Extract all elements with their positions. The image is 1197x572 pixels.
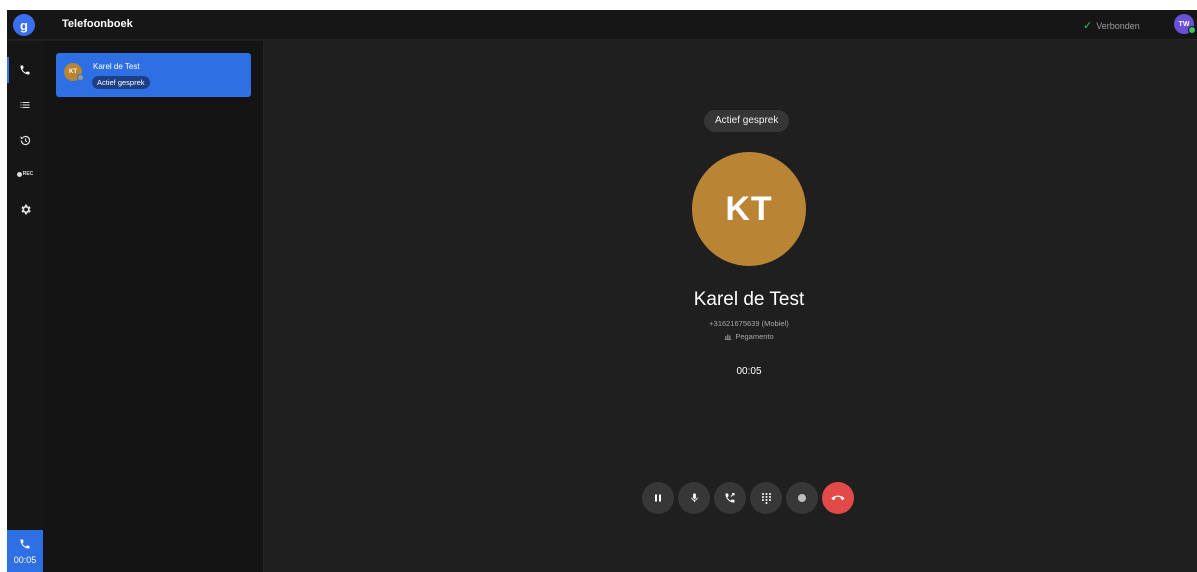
phone-number: +31621675639: [709, 319, 760, 328]
call-duration: 00:05: [736, 366, 762, 377]
check-icon: ✓: [1083, 20, 1093, 32]
connection-status: ✓ Verbonden: [1083, 19, 1140, 32]
contact-name: Karel de Test: [93, 62, 140, 71]
hangup-icon: [831, 495, 845, 501]
settings-icon: [20, 204, 31, 214]
mute-button[interactable]: [678, 482, 710, 514]
hangup-button[interactable]: [822, 482, 854, 514]
status-badge: Actief gesprek: [92, 76, 150, 89]
top-bar: g Telefoonboek ✓ Verbonden TW: [7, 10, 1197, 40]
history-icon: [20, 135, 30, 145]
call-status-pill: Actief gesprek: [704, 110, 790, 132]
caller-avatar: KT: [692, 152, 806, 266]
call-view: Actief gesprek KT Karel de Test +3162167…: [265, 41, 1197, 572]
navigation-rail: REC 00:05: [7, 41, 43, 572]
contact-list-item[interactable]: KT Karel de Test Actief gesprek: [56, 53, 251, 97]
pause-icon: [655, 494, 661, 502]
caller-company: Pegamento: [649, 332, 849, 341]
dialpad-icon: [761, 493, 771, 504]
recordings-icon: REC: [16, 171, 33, 177]
company-name: Pegamento: [735, 332, 774, 341]
contacts-panel: KT Karel de Test Actief gesprek: [43, 41, 264, 572]
nav-recordings[interactable]: REC: [7, 157, 43, 191]
phone-icon: [20, 65, 30, 75]
active-call-button[interactable]: 00:05: [7, 530, 43, 572]
microphone-icon: [690, 493, 698, 503]
nav-settings[interactable]: [7, 192, 43, 226]
page-title: Telefoonboek: [62, 18, 133, 30]
caller-name: Karel de Test: [693, 289, 805, 310]
building-icon: [724, 334, 732, 340]
list-icon: [20, 102, 30, 108]
app-window: g Telefoonboek ✓ Verbonden TW REC 00:05: [7, 10, 1197, 572]
record-button[interactable]: [786, 482, 818, 514]
call-controls: [642, 482, 854, 514]
app-logo[interactable]: g: [13, 14, 35, 36]
connection-status-label: Verbonden: [1096, 20, 1140, 31]
record-icon: [798, 494, 806, 502]
transfer-icon: [725, 493, 735, 503]
nav-list[interactable]: [7, 88, 43, 122]
contact-status-indicator: [77, 74, 84, 81]
caller-phone: +31621675639 (Mobiel): [649, 319, 849, 328]
phone-type: (Mobiel): [761, 319, 789, 328]
nav-history[interactable]: [7, 123, 43, 157]
dialpad-button[interactable]: [750, 482, 782, 514]
phone-icon: [20, 539, 30, 548]
nav-phone[interactable]: [7, 53, 43, 87]
hold-button[interactable]: [642, 482, 674, 514]
transfer-button[interactable]: [714, 482, 746, 514]
user-online-indicator: [1188, 26, 1196, 34]
active-call-timer: 00:05: [13, 554, 37, 565]
